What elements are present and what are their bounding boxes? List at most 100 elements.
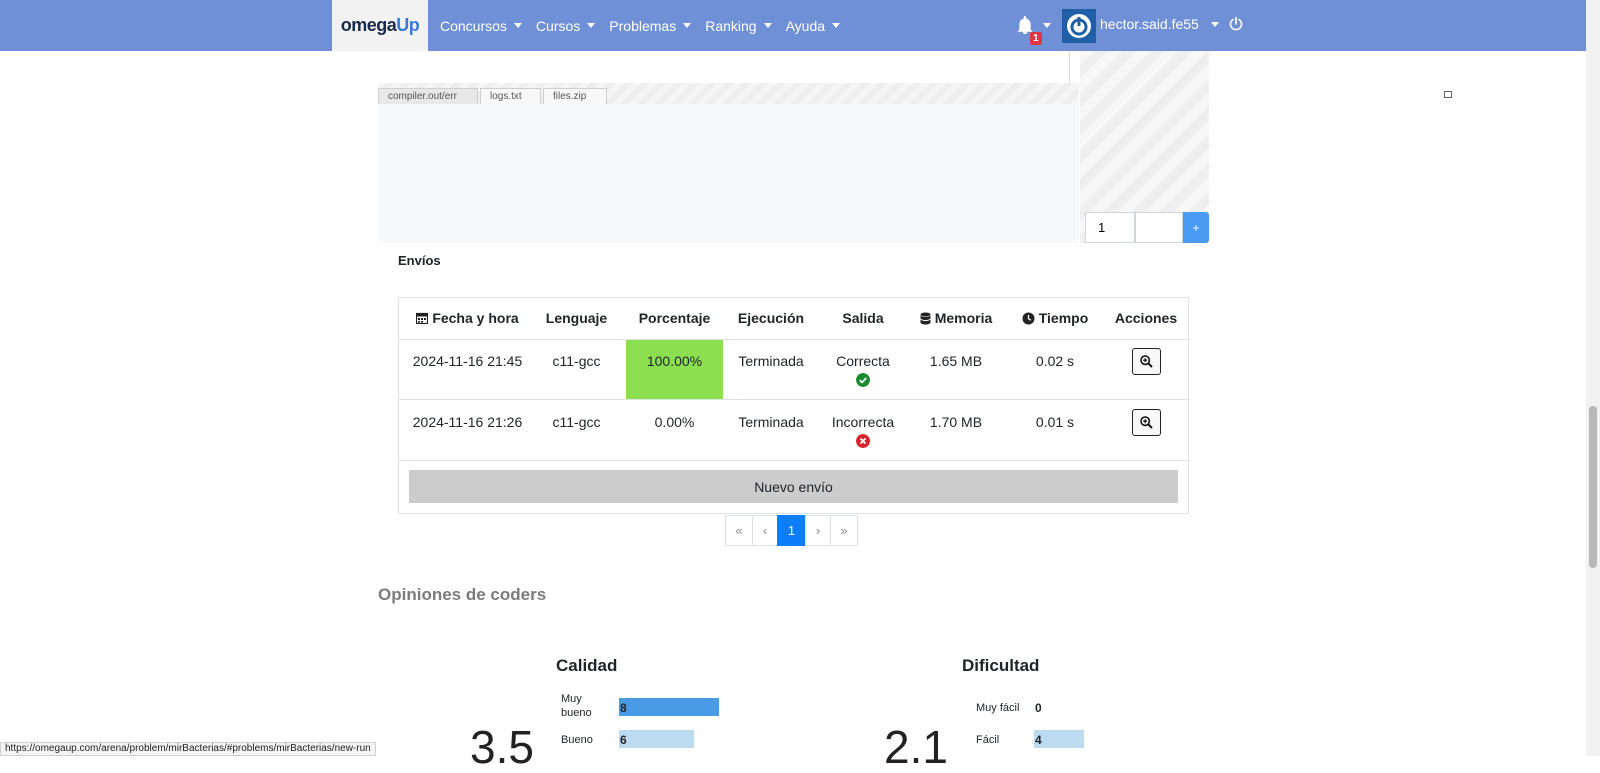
zoom-in-icon: [1140, 416, 1153, 429]
row-divider: [399, 460, 1188, 461]
logout-button[interactable]: [1228, 16, 1244, 37]
database-icon: [920, 312, 931, 324]
menu-problemas[interactable]: Problemas: [609, 17, 692, 34]
run-execution: Terminada: [738, 414, 804, 430]
menu-label: Concursos: [440, 17, 507, 34]
omegaup-logo[interactable]: omega Up: [332, 0, 428, 51]
pager-page-1[interactable]: 1: [777, 515, 806, 546]
run-date: 2024-11-16 21:26: [412, 414, 523, 430]
pager-first[interactable]: «: [725, 515, 753, 546]
opinions-title: Opiniones de coders: [378, 585, 547, 604]
chevron-down-icon: [1043, 23, 1051, 28]
clock-icon: [1022, 312, 1035, 324]
quality-score: 3.5: [470, 721, 534, 773]
header-execution: Ejecución: [737, 310, 805, 326]
logo-text-up: Up: [396, 15, 420, 35]
chevron-down-icon: [587, 23, 596, 28]
run-percentage: 0.00%: [654, 414, 695, 430]
header-label: Memoria: [934, 310, 993, 326]
run-percentage: 100.00%: [646, 353, 703, 369]
menu-ranking[interactable]: Ranking: [705, 17, 772, 34]
zoom-in-icon: [1140, 355, 1153, 368]
tab-logs[interactable]: logs.txt: [480, 88, 541, 104]
case-weight-input[interactable]: [1135, 212, 1183, 243]
run-details-button[interactable]: [1132, 348, 1161, 375]
pager-last[interactable]: »: [830, 515, 858, 546]
run-output-label: Incorrecta: [831, 414, 895, 430]
run-output: Incorrecta: [819, 414, 907, 448]
header-label: Fecha y hora: [432, 310, 519, 326]
header-date: Fecha y hora: [409, 310, 526, 326]
run-details-button[interactable]: [1132, 409, 1161, 436]
menu-label: Ayuda: [785, 17, 826, 34]
header-language: Lenguaje: [545, 310, 608, 326]
user-menu[interactable]: hector.said.fe55: [1100, 16, 1219, 32]
header-actions: Acciones: [1114, 310, 1178, 326]
power-logo-icon: [1067, 14, 1091, 38]
run-output-label: Correcta: [836, 353, 890, 369]
run-date: 2024-11-16 21:45: [412, 353, 523, 369]
quality-bar-very-good: [619, 698, 719, 716]
menu-cursos[interactable]: Cursos: [535, 17, 596, 34]
runs-title: Envíos: [398, 253, 441, 268]
pager-next[interactable]: ›: [805, 515, 831, 546]
menu-ayuda[interactable]: Ayuda: [785, 17, 841, 34]
pager-prev[interactable]: ‹: [752, 515, 778, 546]
tab-files[interactable]: files.zip: [543, 88, 607, 104]
runs-table: Fecha y hora Lenguaje Porcentaje Ejecuci…: [398, 297, 1189, 514]
add-case-button[interactable]: +: [1183, 212, 1209, 243]
run-execution: Terminada: [738, 353, 804, 369]
quality-label-very-good: Muy bueno: [561, 693, 592, 719]
run-output: Correcta: [819, 353, 907, 387]
chevron-down-icon: [513, 23, 522, 28]
run-language: c11-gcc: [552, 353, 601, 369]
run-memory: 1.70 MB: [929, 414, 983, 430]
new-run-button[interactable]: Nuevo envío: [409, 470, 1178, 503]
quality-value-good: 6: [620, 733, 627, 747]
notification-count-badge: 1: [1030, 32, 1042, 45]
quality-label-good: Bueno: [561, 734, 593, 746]
quality-bar-good: [619, 730, 694, 748]
notifications-button[interactable]: 1: [1016, 16, 1051, 45]
run-language: c11-gcc: [552, 414, 601, 430]
x-circle-icon: [856, 434, 870, 448]
header-label: Tiempo: [1038, 310, 1089, 326]
difficulty-value-very-easy: 0: [1035, 701, 1042, 715]
calendar-icon: [416, 312, 429, 324]
chevron-down-icon: [1210, 21, 1219, 27]
chevron-down-icon: [683, 23, 692, 28]
difficulty-score: 2.1: [884, 721, 948, 773]
power-icon: [1229, 16, 1243, 31]
avatar[interactable]: [1062, 9, 1096, 43]
username: hector.said.fe55: [1100, 16, 1199, 32]
check-circle-icon: [856, 373, 870, 387]
row-divider: [399, 339, 1188, 340]
run-memory: 1.65 MB: [929, 353, 983, 369]
header-output: Salida: [842, 310, 884, 326]
difficulty-label-easy: Fácil: [976, 734, 1000, 746]
header-percentage: Porcentaje: [638, 310, 711, 326]
scrollbar-thumb[interactable]: [1589, 406, 1597, 568]
case-name-input[interactable]: [1085, 212, 1135, 243]
menu-label: Cursos: [535, 17, 581, 34]
percentage-highlight: [626, 340, 723, 399]
difficulty-title: Dificultad: [962, 656, 1040, 675]
output-tabs: compiler.out/err logs.txt files.zip: [378, 83, 1452, 104]
logo-text-omega: omega: [340, 15, 397, 35]
run-time: 0.01 s: [1035, 414, 1075, 430]
quality-value-very-good: 8: [620, 701, 627, 715]
menu-label: Ranking: [705, 17, 757, 34]
header-time: Tiempo: [1005, 310, 1105, 326]
top-navbar: omega Up Concursos Cursos Problemas Ranki…: [0, 0, 1586, 51]
header-memory: Memoria: [909, 310, 1003, 326]
menu-concursos[interactable]: Concursos: [440, 18, 522, 34]
page-scrollbar[interactable]: [1586, 0, 1600, 756]
maximize-icon[interactable]: [1444, 91, 1452, 98]
tab-compiler-output[interactable]: compiler.out/err: [378, 88, 478, 104]
quality-title: Calidad: [556, 656, 618, 675]
difficulty-label-very-easy: Muy fácil: [976, 702, 1020, 714]
link-status-bar: https://omegaup.com/arena/problem/mirBac…: [0, 742, 376, 756]
menu-label: Problemas: [609, 17, 677, 34]
chevron-down-icon: [832, 23, 841, 28]
output-pane: [378, 104, 1079, 243]
